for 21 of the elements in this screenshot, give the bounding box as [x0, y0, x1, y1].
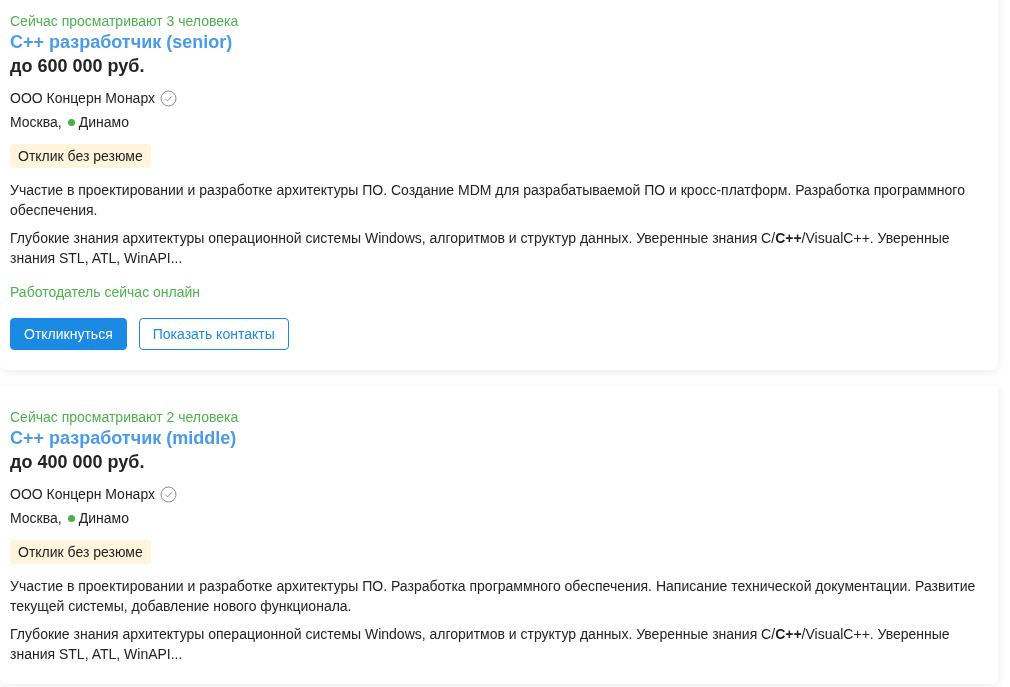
viewers-count: Сейчас просматривают 3 человека	[10, 12, 239, 30]
city: Москва,	[10, 113, 62, 132]
salary: до 400 000 руб.	[10, 451, 145, 474]
no-resume-badge: Отклик без резюме	[10, 540, 151, 564]
company-name: ООО Концерн Монарх	[10, 89, 156, 108]
description-text: Участие в проектировании и разработке архитектуры ПО. Разработка программного обеспечения. Написание технической документации. Развитие текущей системы, добавление нового функционала.	[10, 577, 977, 616]
salary: до 600 000 руб.	[10, 55, 145, 78]
metro-station: Динамо	[78, 509, 129, 528]
city: Москва,	[10, 509, 62, 528]
requirements-text: Глубокие знания архитектуры операционной системы Windows, алгоритмов и структур данных. Уверенные знания C/C++/VisualC++. Уверенные знания STL, ATL, WinAPI...	[10, 229, 951, 268]
show-contacts-button[interactable]: Показать контакты	[138, 318, 289, 350]
viewers-count: Сейчас просматривают 2 человека	[10, 408, 239, 426]
metro-station: Динамо	[78, 113, 129, 132]
employer-online-status: Работодатель сейчас онлайн	[10, 283, 201, 302]
company-name: ООО Концерн Монарх	[10, 485, 156, 504]
description-text: Участие в проектировании и разработке архитектуры ПО. Создание MDM для разрабатываемой ПО и кросс-платформ. Разработка программного обеспечения.	[10, 181, 966, 220]
requirements-text: Глубокие знания архитектуры операционной системы Windows, алгоритмов и структур данных. Уверенные знания C/C++/VisualC++. Уверенные знания STL, ATL, WinAPI...	[10, 625, 951, 664]
vacancy-title-link[interactable]: C++ разработчик (senior)	[10, 30, 233, 54]
no-resume-badge: Отклик без резюме	[10, 144, 151, 168]
vacancy-title-link[interactable]: C++ разработчик (middle)	[10, 426, 237, 450]
respond-button[interactable]: Откликнуться	[10, 318, 127, 350]
